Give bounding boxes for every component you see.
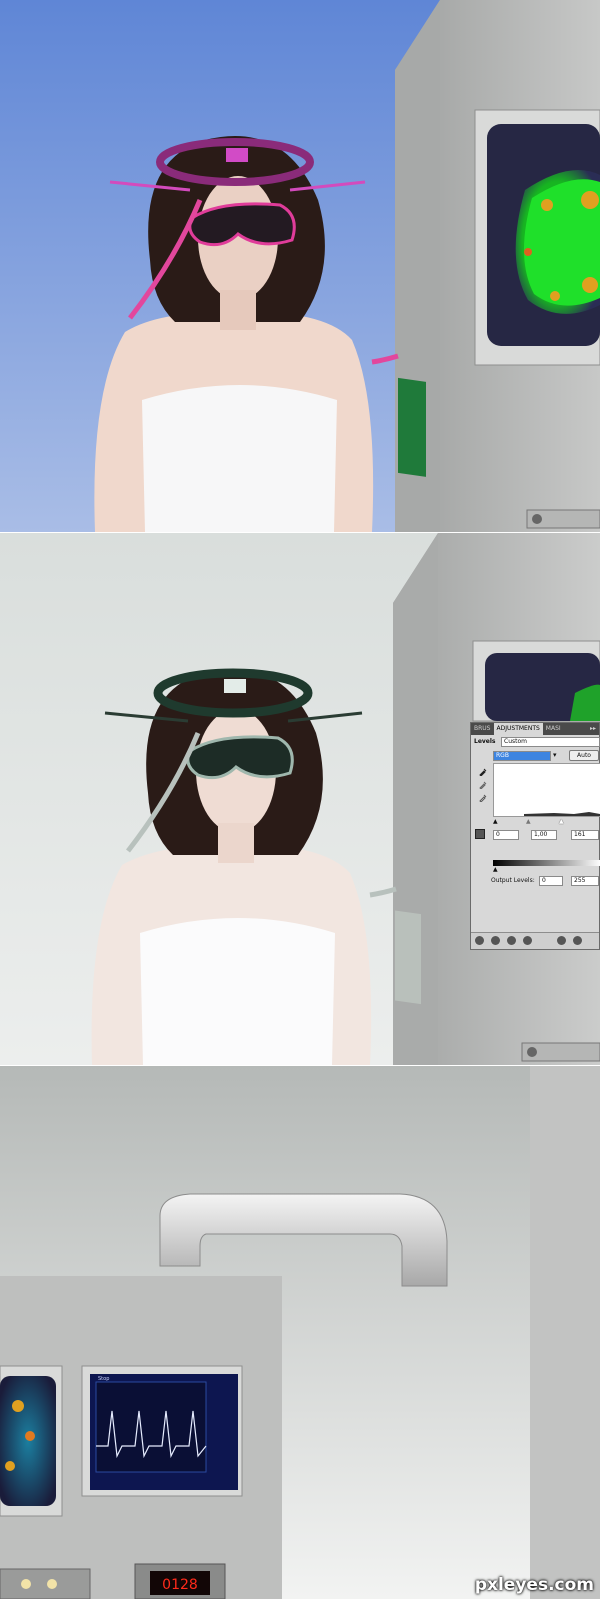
gray-eyedropper-icon[interactable] [479,781,487,790]
visibility-icon[interactable] [507,936,516,945]
stage-3-panel: Stop 0128 pxleyes.com [0,1066,600,1599]
headband-box [224,679,246,693]
output-levels-label: Output Levels: [491,877,535,884]
output-white-field[interactable]: 255 [571,876,599,886]
oscilloscope-grid [95,1381,207,1473]
tab-masks[interactable]: MASI [543,723,564,735]
preset-dropdown[interactable]: Custom [501,737,600,747]
stage-1-panel [0,0,600,532]
headband-box [226,148,248,162]
auto-button[interactable]: Auto [569,750,599,761]
counter-readout: 0128 [162,1577,198,1593]
neck [220,290,256,330]
white-dress [140,918,335,1065]
circuit-board [398,377,426,477]
watermark: pxleyes.com [474,1575,594,1595]
heatmap-monitor-screen [0,1376,56,1506]
black-eyedropper-icon[interactable] [479,768,487,777]
tab-adjustments[interactable]: ADJUSTMENTS [493,723,543,735]
histogram [493,763,600,817]
adjustment-type-label: Levels [474,738,496,745]
input-black-field[interactable]: 0 [493,830,519,840]
delete-icon[interactable] [573,936,582,945]
output-black-slider[interactable]: ▲ [493,866,498,873]
circuit-board [395,910,421,1005]
control-panel-left [0,1568,91,1599]
gamma-slider[interactable]: ▲ [526,818,531,825]
stage-3-artwork: Stop 0128 [0,1066,600,1599]
white-dress [142,385,337,532]
neck [218,823,254,863]
white-point-slider[interactable]: ▲ [559,818,564,825]
adjustments-panel: BRUS ADJUSTMENTS MASI ▸▸ Levels Custom R… [470,722,600,950]
black-point-slider[interactable]: ▲ [493,818,498,825]
panel-tabs: BRUS ADJUSTMENTS MASI ▸▸ [471,723,599,735]
clip-layer-icon[interactable] [491,936,500,945]
output-gradient-bar [493,860,600,866]
chevron-down-icon[interactable]: ▾ [553,751,557,759]
input-gamma-field[interactable]: 1,00 [531,830,557,840]
channel-dropdown[interactable]: RGB [493,751,551,761]
tab-brushes[interactable]: BRUS [471,723,494,735]
view-previous-icon[interactable] [523,936,532,945]
reset-icon[interactable] [557,936,566,945]
input-white-field[interactable]: 161 [571,830,599,840]
right-wall [530,1066,600,1599]
white-eyedropper-icon[interactable] [479,794,487,803]
return-icon[interactable] [475,936,484,945]
stage-1-artwork [0,0,600,532]
output-black-field[interactable]: 0 [539,876,563,886]
panel-footer-toolbar [471,932,599,949]
levels-histogram-icon [475,829,485,839]
oscilloscope-status: Stop [98,1376,109,1382]
panel-menu-icon[interactable]: ▸▸ [587,723,599,735]
